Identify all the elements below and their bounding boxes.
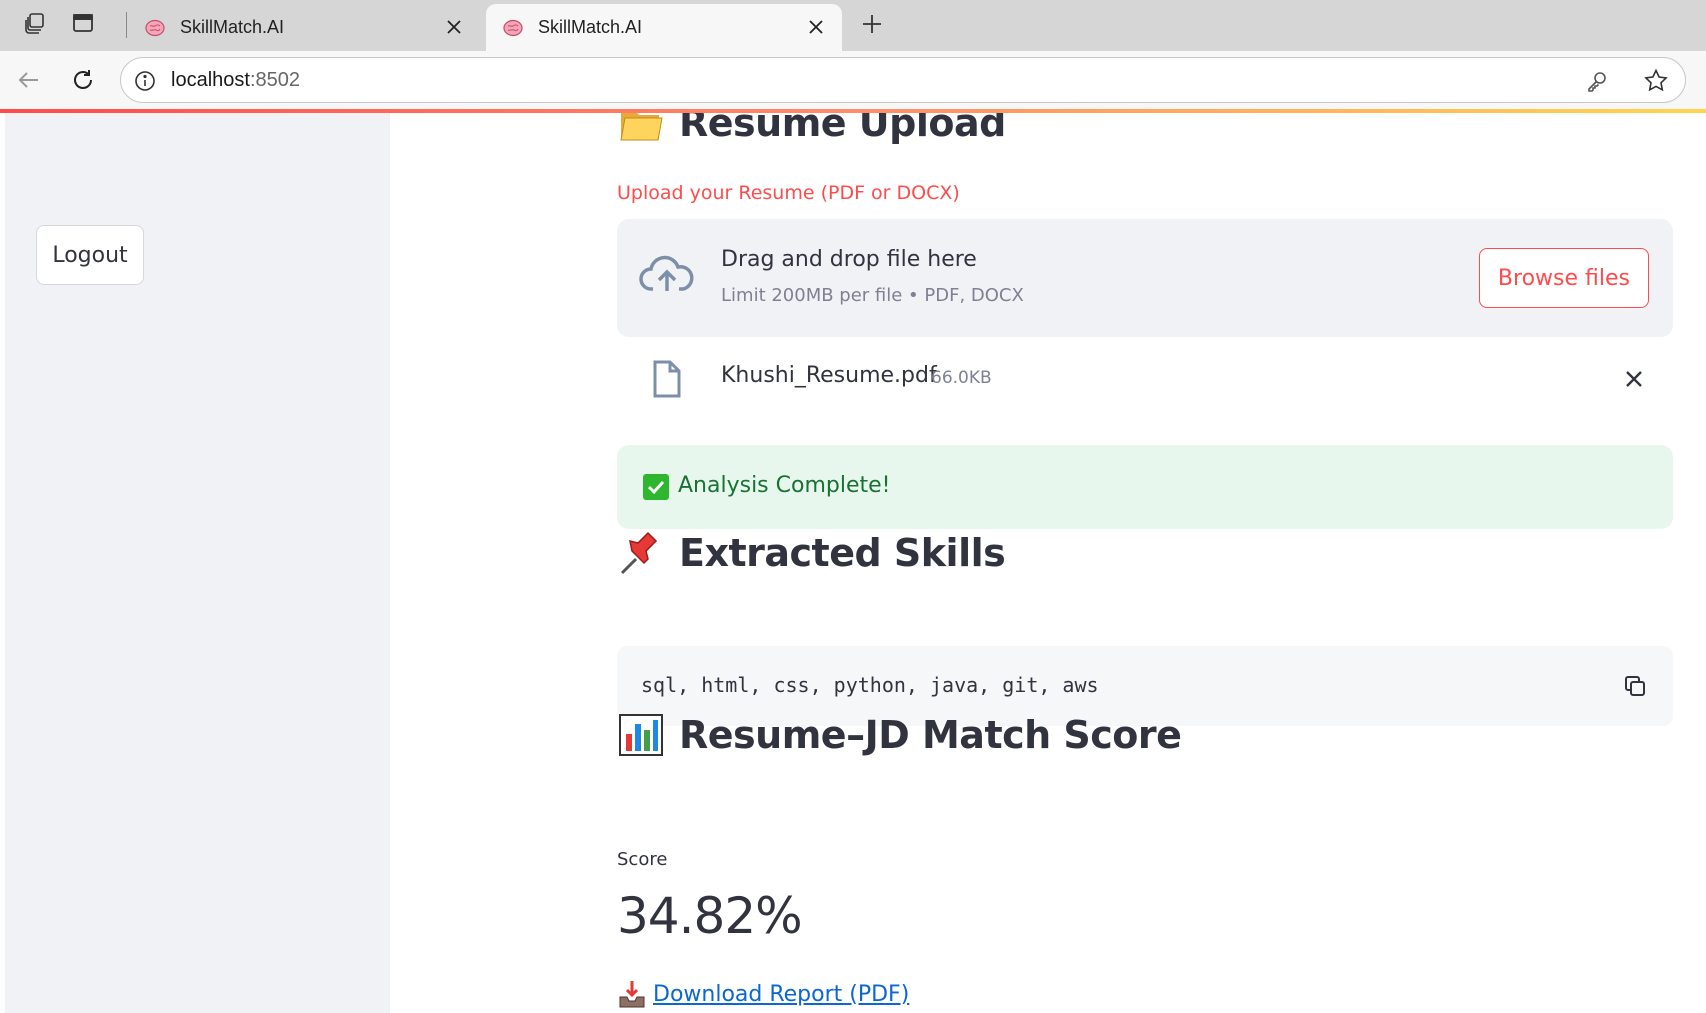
tab-skillmatch-2[interactable]: SkillMatch.AI (486, 4, 842, 51)
folder-icon (617, 113, 665, 145)
check-mark-icon (643, 474, 669, 500)
bar-chart-icon (617, 713, 665, 757)
sidebar: Logout (5, 113, 390, 1013)
dropzone-title: Drag and drop file here (721, 247, 977, 272)
vertical-tabs-icon[interactable] (70, 10, 96, 36)
file-dropzone[interactable]: Drag and drop file here Limit 200MB per … (617, 219, 1673, 337)
success-alert: Analysis Complete! (617, 445, 1673, 529)
pushpin-icon (617, 531, 665, 575)
inbox-tray-icon (617, 979, 647, 1009)
dropzone-limit: Limit 200MB per file • PDF, DOCX (721, 285, 1024, 306)
logout-button[interactable]: Logout (36, 225, 144, 285)
address-bar[interactable]: localhost:8502 (120, 57, 1686, 103)
file-name: Khushi_Resume.pdf (721, 363, 937, 388)
success-message: Analysis Complete! (678, 473, 891, 498)
browser-tab-bar: SkillMatch.AI SkillMatch.AI (0, 0, 1706, 51)
main-content: Resume Upload Upload your Resume (PDF or… (390, 113, 1706, 1013)
metric-label: Score (617, 849, 668, 870)
extracted-skills-heading: Extracted Skills (617, 531, 1006, 575)
remove-file-icon[interactable] (1622, 367, 1646, 391)
tab-separator (126, 12, 127, 38)
file-icon (651, 360, 683, 398)
tab-title: SkillMatch.AI (180, 17, 285, 37)
new-tab-button[interactable] (858, 10, 886, 38)
tab-skillmatch-1[interactable]: SkillMatch.AI (128, 4, 480, 51)
workspaces-icon[interactable] (22, 10, 48, 36)
file-size: 66.0KB (931, 368, 992, 388)
browse-files-button[interactable]: Browse files (1478, 248, 1649, 308)
brain-icon (502, 17, 524, 39)
upload-label: Upload your Resume (PDF or DOCX) (617, 182, 960, 204)
cloud-upload-icon (639, 253, 695, 297)
download-report-link-row: Download Report (PDF) (617, 979, 909, 1009)
download-report-link[interactable]: Download Report (PDF) (653, 982, 909, 1007)
password-key-icon[interactable] (1585, 69, 1609, 93)
metric-value: 34.82% (617, 887, 803, 945)
skills-text: sql, html, css, python, java, git, aws (641, 673, 1099, 697)
reload-button[interactable] (68, 65, 98, 95)
match-score-heading: Resume–JD Match Score (617, 713, 1182, 757)
browser-toolbar: localhost:8502 (0, 51, 1706, 109)
brain-icon (144, 17, 166, 39)
resume-upload-heading: Resume Upload (617, 113, 1006, 145)
tab-title: SkillMatch.AI (538, 17, 643, 37)
copy-icon[interactable] (1623, 674, 1647, 698)
uploaded-file-row: Khushi_Resume.pdf 66.0KB (617, 347, 1673, 411)
site-info-icon[interactable] (133, 69, 157, 93)
back-button[interactable] (14, 65, 44, 95)
close-tab-icon[interactable] (806, 17, 826, 37)
favorite-star-icon[interactable] (1643, 68, 1669, 94)
close-tab-icon[interactable] (444, 17, 464, 37)
url-text: localhost:8502 (171, 69, 300, 91)
